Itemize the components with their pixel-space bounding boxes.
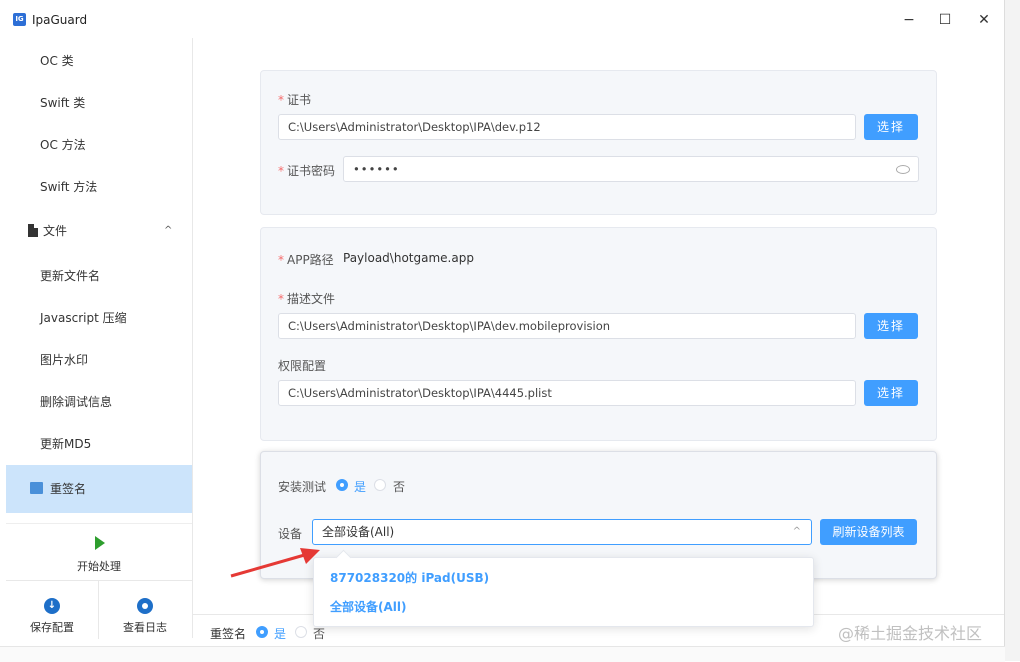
close-button[interactable]: ✕ xyxy=(970,9,998,31)
cert-path-field[interactable]: C:\Users\Administrator\Desktop\IPA\dev.p… xyxy=(278,114,856,140)
cert-label: * 证书 xyxy=(278,93,312,107)
sidebar-item-remove-debug[interactable]: 删除调试信息 xyxy=(6,381,192,423)
sidebar: OC 类 Swift 类 OC 方法 Swift 方法 文件 ^ 更新文件名 J… xyxy=(6,38,193,639)
view-log-label: 查看日志 xyxy=(123,621,167,634)
choose-entitlements-button[interactable]: 选择 xyxy=(864,380,918,406)
choose-profile-button[interactable]: 选择 xyxy=(864,313,918,339)
refresh-devices-button[interactable]: 刷新设备列表 xyxy=(820,519,917,545)
background-window-edge xyxy=(1004,0,1020,661)
play-icon xyxy=(95,536,105,550)
sidebar-item-js-compress[interactable]: Javascript 压缩 xyxy=(6,297,192,339)
eye-icon xyxy=(137,598,153,614)
device-dropdown: 877028320的 iPad(USB) 全部设备(All) xyxy=(313,549,814,627)
eye-off-icon[interactable] xyxy=(896,165,910,174)
sidebar-item-resign[interactable]: 重签名 xyxy=(6,465,192,513)
install-test-label: 安装测试 xyxy=(278,480,327,494)
annotation-arrow-icon xyxy=(230,548,320,578)
maximize-button[interactable]: ☐ xyxy=(931,9,959,31)
sidebar-group-label: 文件 xyxy=(43,224,68,238)
sidebar-item-swift-method[interactable]: Swift 方法 xyxy=(6,166,192,208)
profile-label: * 描述文件 xyxy=(278,292,336,306)
profile-path-field[interactable]: C:\Users\Administrator\Desktop\IPA\dev.m… xyxy=(278,313,856,339)
footer-resign-label: 重签名 xyxy=(210,627,247,641)
entitlements-path-field[interactable]: C:\Users\Administrator\Desktop\IPA\4445.… xyxy=(278,380,856,406)
sidebar-item-label: 图片水印 xyxy=(40,353,89,367)
chevron-up-icon[interactable]: ^ xyxy=(164,210,172,252)
sidebar-item-label: 更新文件名 xyxy=(40,269,101,283)
choose-cert-button[interactable]: 选择 xyxy=(864,114,918,140)
view-log-button[interactable]: 查看日志 xyxy=(99,581,191,639)
sidebar-item-label: 重签名 xyxy=(50,482,87,496)
watermark-text: @稀土掘金技术社区 xyxy=(838,624,983,643)
app-path-value: Payload\hotgame.app xyxy=(343,251,474,265)
window-title: IpaGuard xyxy=(32,13,88,27)
sidebar-item-oc-method[interactable]: OC 方法 xyxy=(6,124,192,166)
install-no-label: 否 xyxy=(393,480,406,494)
sidebar-item-label: 更新MD5 xyxy=(40,437,92,451)
device-option-ipad[interactable]: 877028320的 iPad(USB) xyxy=(330,569,489,586)
install-yes-radio[interactable] xyxy=(336,479,348,491)
sidebar-item-update-md5[interactable]: 更新MD5 xyxy=(6,423,192,465)
app-path-label: * APP路径 xyxy=(278,253,334,267)
sidebar-group-file[interactable]: 文件 ^ xyxy=(6,210,192,252)
sidebar-item-label: Javascript 压缩 xyxy=(40,311,127,325)
sidebar-item-image-watermark[interactable]: 图片水印 xyxy=(6,339,192,381)
install-yes-label: 是 xyxy=(354,480,367,494)
install-no-radio[interactable] xyxy=(374,479,386,491)
start-process-label: 开始处理 xyxy=(77,560,121,573)
save-config-label: 保存配置 xyxy=(30,621,74,634)
sidebar-item-oc-class[interactable]: OC 类 xyxy=(6,40,192,82)
sidebar-item-label: OC 类 xyxy=(40,54,74,68)
start-process-button[interactable]: 开始处理 xyxy=(6,523,192,580)
password-value: •••••• xyxy=(353,162,400,176)
footer-yes-label: 是 xyxy=(274,627,287,641)
entitlements-label: 权限配置 xyxy=(278,359,327,373)
sidebar-item-label: Swift 类 xyxy=(40,96,86,110)
app-card: * APP路径 Payload\hotgame.app * 描述文件 C:\User… xyxy=(260,227,937,441)
sidebar-item-label: 删除调试信息 xyxy=(40,395,113,409)
save-config-button[interactable]: ↓ 保存配置 xyxy=(6,581,99,639)
sidebar-item-label: Swift 方法 xyxy=(40,180,98,194)
sidebar-item-rename-files[interactable]: 更新文件名 xyxy=(6,255,192,297)
cert-password-label: * 证书密码 xyxy=(278,164,336,178)
cert-password-field[interactable]: •••••• xyxy=(343,156,919,182)
sidebar-footer: ↓ 保存配置 查看日志 xyxy=(6,580,192,639)
device-select[interactable]: 全部设备(All) ^ xyxy=(312,519,812,545)
minimize-button[interactable]: − xyxy=(895,9,923,31)
device-label: 设备 xyxy=(278,527,303,541)
sidebar-item-label: OC 方法 xyxy=(40,138,86,152)
footer-no-label: 否 xyxy=(313,627,326,641)
file-icon xyxy=(28,224,38,237)
device-select-value: 全部设备(All) xyxy=(322,525,395,539)
device-option-all[interactable]: 全部设备(All) xyxy=(330,598,406,615)
chevron-up-icon: ^ xyxy=(792,526,801,537)
footer-yes-radio[interactable] xyxy=(256,626,268,638)
app-logo-icon: IG xyxy=(13,13,26,26)
background-window-bottom xyxy=(0,646,1005,662)
certificate-card: * 证书 C:\Users\Administrator\Desktop\IPA\d… xyxy=(260,70,937,215)
sidebar-item-swift-class[interactable]: Swift 类 xyxy=(6,82,192,124)
resign-icon xyxy=(30,482,43,494)
footer-no-radio[interactable] xyxy=(295,626,307,638)
download-icon: ↓ xyxy=(44,598,60,614)
title-bar: IG IpaGuard − ☐ ✕ xyxy=(0,0,1005,38)
